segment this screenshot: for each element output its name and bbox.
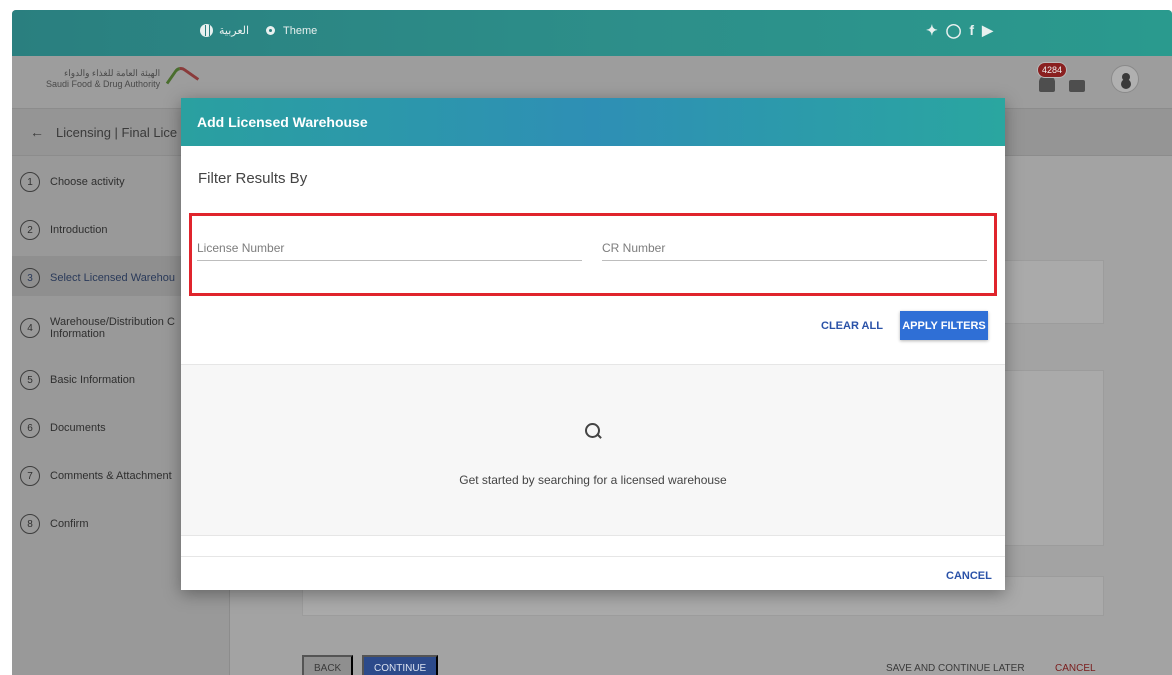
- step-introduction[interactable]: 2 Introduction: [20, 220, 107, 240]
- step-label: Choose activity: [50, 176, 125, 188]
- notification-badge: 4284: [1037, 62, 1068, 78]
- social-links: ✦ ◯ f ▶: [926, 22, 993, 39]
- step-number: 1: [20, 172, 40, 192]
- top-bar: العربية Theme ✦ ◯ f ▶: [12, 10, 1172, 56]
- globe-icon: [200, 24, 213, 37]
- cr-number-field[interactable]: [602, 237, 987, 261]
- logo-mark-icon: [166, 66, 196, 92]
- sfda-logo[interactable]: الهيئة العامة للغذاء والدواء Saudi Food …: [46, 66, 196, 92]
- package-icon[interactable]: [1069, 80, 1085, 92]
- logo-text: الهيئة العامة للغذاء والدواء Saudi Food …: [46, 68, 160, 90]
- youtube-icon[interactable]: ▶: [982, 22, 993, 39]
- theme-switch[interactable]: Theme: [264, 24, 317, 37]
- back-button[interactable]: BACK: [302, 655, 354, 675]
- step-label: Warehouse/Distribution C Information: [50, 316, 175, 340]
- step-label-line1: Warehouse/Distribution C: [50, 316, 175, 328]
- step-label-line2: Information: [50, 328, 106, 340]
- step-confirm[interactable]: 8 Confirm: [20, 514, 89, 534]
- step-basic-information[interactable]: 5 Basic Information: [20, 370, 135, 390]
- step-comments-attachments[interactable]: 7 Comments & Attachment: [20, 466, 172, 486]
- step-number: 4: [20, 318, 40, 338]
- step-number: 6: [20, 418, 40, 438]
- clear-all-button[interactable]: CLEAR ALL: [821, 320, 883, 332]
- step-label: Introduction: [50, 224, 108, 236]
- filter-title: Filter Results By: [198, 170, 308, 187]
- bell-icon: [1039, 76, 1055, 92]
- step-label: Basic Information: [50, 374, 135, 386]
- empty-state-message: Get started by searching for a licensed …: [459, 473, 727, 487]
- logo-english: Saudi Food & Drug Authority: [46, 79, 161, 89]
- results-area: Get started by searching for a licensed …: [181, 364, 1005, 536]
- dialog-divider: [181, 556, 1005, 557]
- step-label: Select Licensed Warehou: [50, 272, 175, 284]
- save-continue-later-button[interactable]: SAVE AND CONTINUE LATER: [886, 663, 1025, 674]
- step-number: 2: [20, 220, 40, 240]
- back-arrow-icon[interactable]: ←: [30, 124, 44, 140]
- instagram-icon[interactable]: ◯: [946, 22, 962, 39]
- step-number: 3: [20, 268, 40, 288]
- add-licensed-warehouse-dialog: Add Licensed Warehouse Filter Results By…: [181, 98, 1005, 590]
- breadcrumb: Licensing | Final Lice: [56, 125, 178, 140]
- apply-filters-button[interactable]: APPLY FILTERS: [900, 311, 988, 340]
- search-icon: [583, 421, 603, 441]
- dialog-title: Add Licensed Warehouse: [181, 98, 1005, 146]
- step-documents[interactable]: 6 Documents: [20, 418, 106, 438]
- twitter-icon[interactable]: ✦: [926, 22, 938, 39]
- theme-label: Theme: [283, 24, 318, 37]
- language-label: العربية: [219, 25, 250, 37]
- app-frame: العربية Theme ✦ ◯ f ▶ الهيئة العامة للغذ…: [12, 10, 1172, 675]
- license-number-field[interactable]: [197, 237, 582, 261]
- step-label: Comments & Attachment: [50, 470, 172, 482]
- dialog-cancel-button[interactable]: CANCEL: [946, 570, 992, 582]
- step-select-licensed-warehouse[interactable]: 3 Select Licensed Warehou: [20, 268, 175, 288]
- step-choose-activity[interactable]: 1 Choose activity: [20, 172, 125, 192]
- continue-button[interactable]: CONTINUE: [362, 655, 439, 675]
- gear-icon: [264, 24, 277, 37]
- logo-arabic: الهيئة العامة للغذاء والدواء: [64, 68, 161, 78]
- step-number: 5: [20, 370, 40, 390]
- step-label: Confirm: [50, 518, 89, 530]
- license-number-input[interactable]: [197, 241, 582, 255]
- user-avatar[interactable]: [1111, 65, 1139, 93]
- facebook-icon[interactable]: f: [969, 22, 974, 39]
- step-label: Documents: [50, 422, 106, 434]
- language-switch[interactable]: العربية: [200, 24, 249, 37]
- step-number: 7: [20, 466, 40, 486]
- cancel-button[interactable]: CANCEL: [1055, 663, 1096, 674]
- cr-number-input[interactable]: [602, 241, 987, 255]
- step-number: 8: [20, 514, 40, 534]
- step-warehouse-information[interactable]: 4 Warehouse/Distribution C Information: [20, 316, 175, 340]
